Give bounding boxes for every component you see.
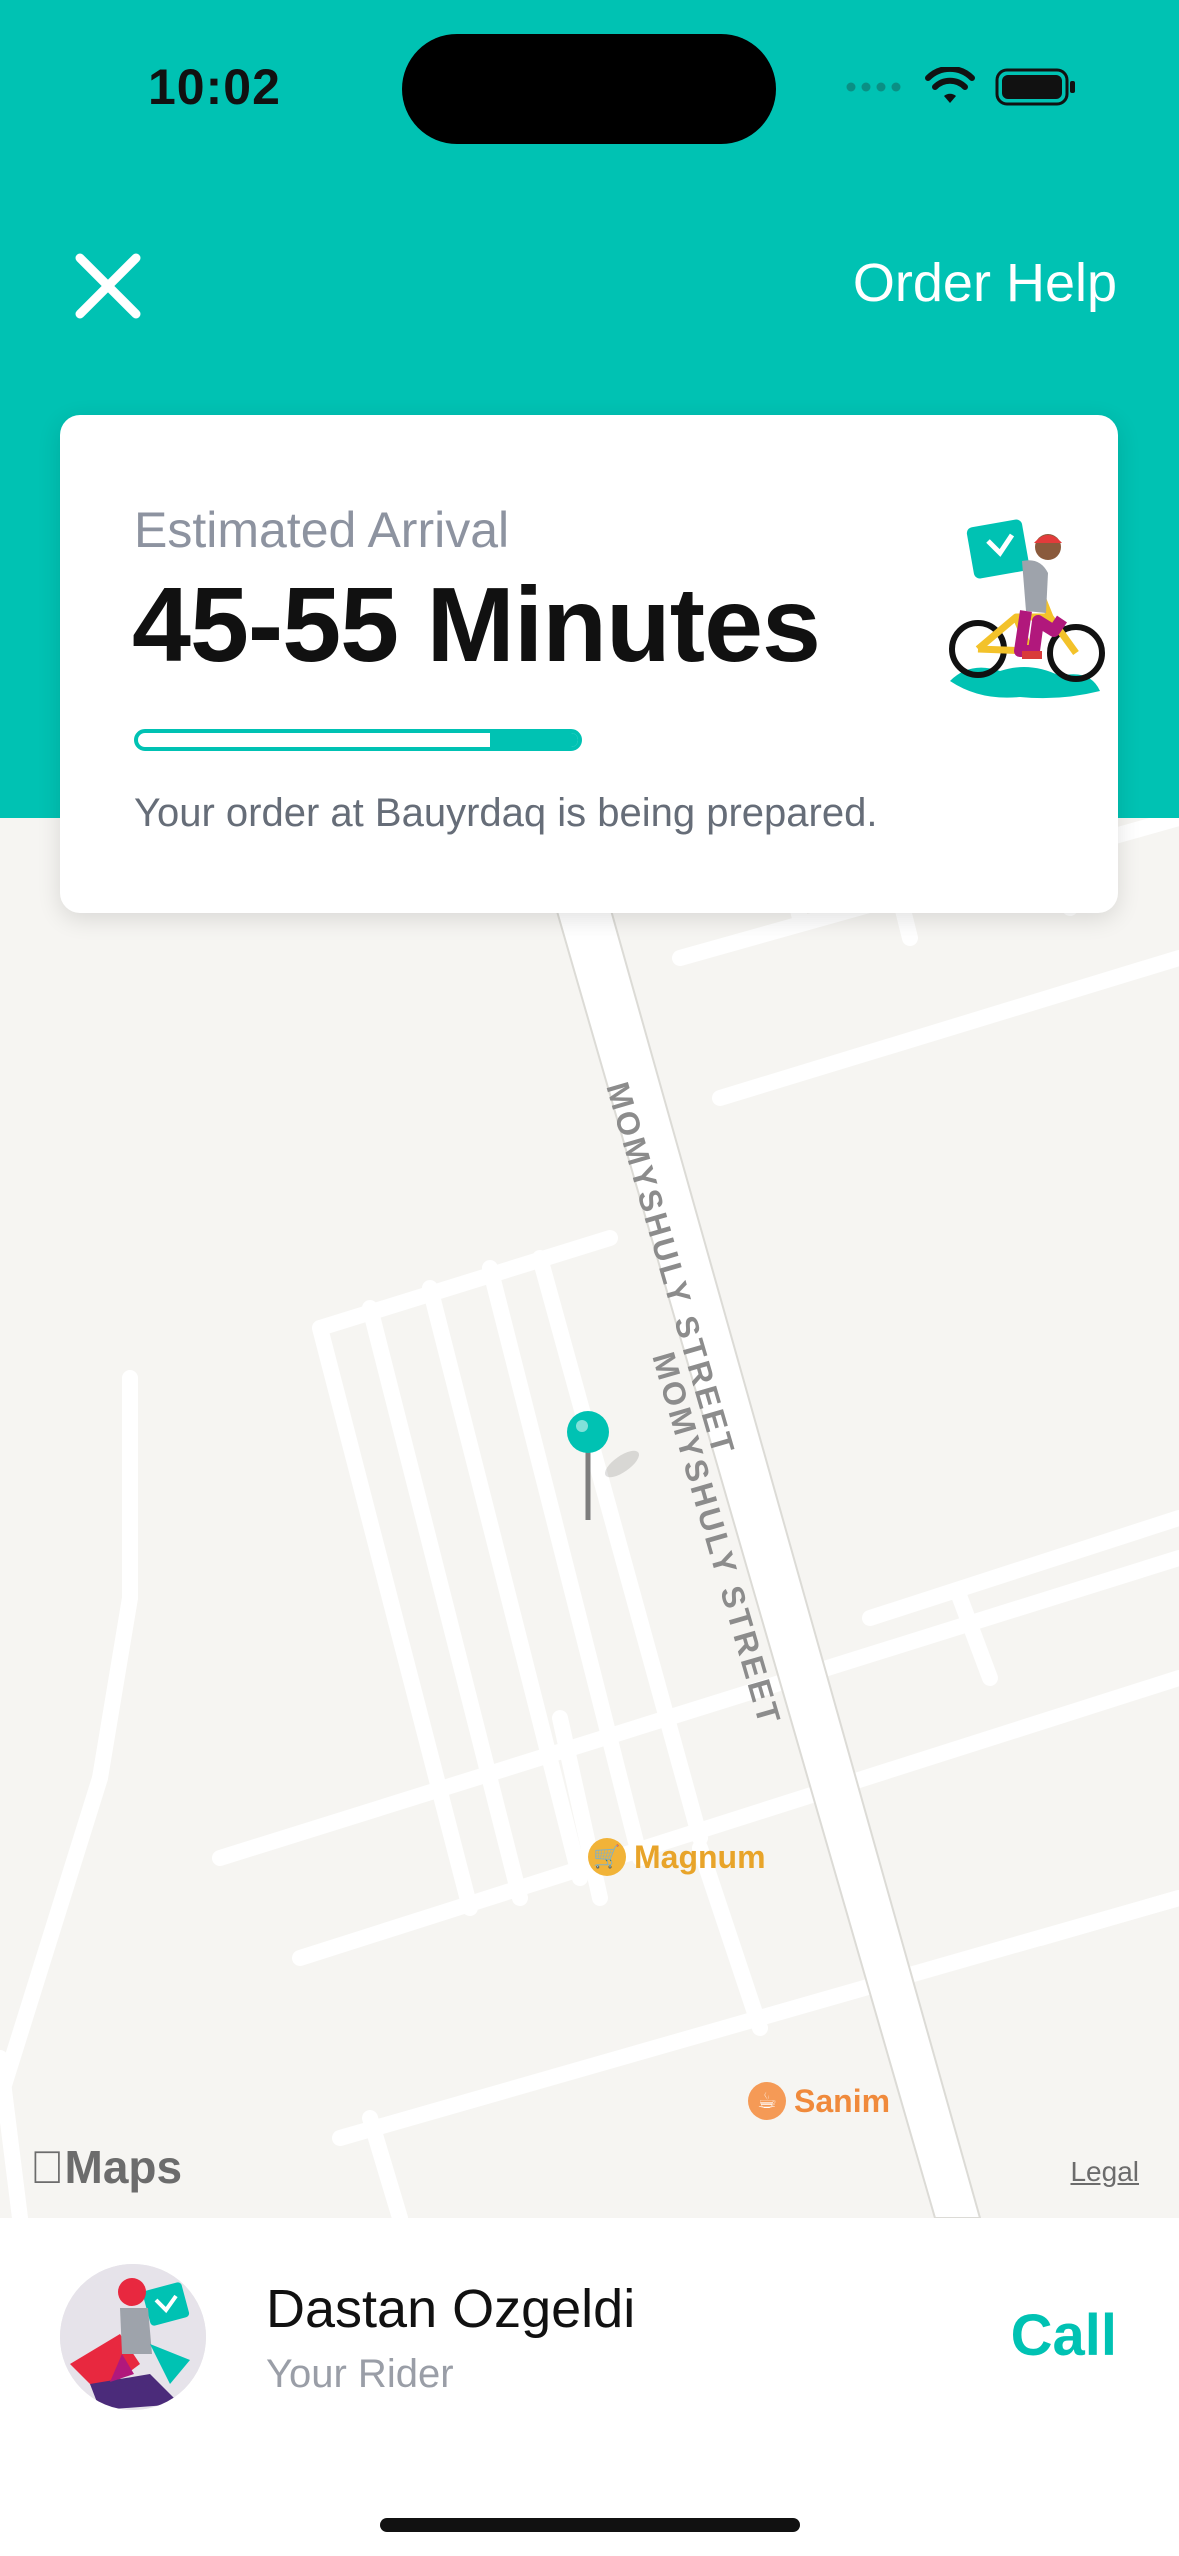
poi-label: Sanim <box>794 2082 891 2119</box>
poi-sanim[interactable]: ☕ Sanim <box>748 2082 890 2120</box>
home-indicator[interactable] <box>380 2518 800 2532</box>
battery-icon <box>995 68 1075 106</box>
cup-icon: ☕ <box>748 2082 786 2120</box>
status-icons <box>845 62 1077 112</box>
avatar <box>60 2264 206 2410</box>
dynamic-island <box>402 34 776 144</box>
location-pin-icon <box>567 1411 640 1520</box>
shopping-cart-icon: 🛒 <box>588 1838 626 1876</box>
order-help-button[interactable]: Order Help <box>853 252 1117 314</box>
rider-role: Your Rider <box>266 2352 454 2396</box>
rider-avatar-icon <box>60 2264 206 2410</box>
rider-name: Dastan Ozgeldi <box>266 2279 636 2339</box>
close-button[interactable] <box>70 248 146 324</box>
eta-progress-bar <box>134 729 582 751</box>
rider-panel: Dastan Ozgeldi Your Rider Call <box>0 2218 1179 2556</box>
poi-label: Magnum <box>634 1838 766 1875</box>
apple-logo-icon:  <box>30 2141 65 2193</box>
eta-card: Estimated Arrival 45-55 Minutes Your ord… <box>60 415 1118 913</box>
poi-magnum[interactable]: 🛒 Magnum <box>588 1838 766 1876</box>
eta-value: 45-55 Minutes <box>132 566 821 684</box>
call-button[interactable]: Call <box>1011 2302 1117 2369</box>
wifi-icon <box>925 67 975 103</box>
bicycle-rider-icon <box>949 519 1105 699</box>
apple-maps-logo: Maps <box>30 2140 182 2194</box>
status-time: 10:02 <box>148 59 281 115</box>
order-status-text: Your order at Bauyrdaq is being prepared… <box>134 791 878 835</box>
maps-label: Maps <box>30 2141 183 2193</box>
legal-link[interactable]: Legal <box>1070 2156 1139 2188</box>
close-icon <box>75 253 141 319</box>
eta-progress-fill <box>490 733 578 747</box>
signal-icon <box>846 82 901 92</box>
map-view[interactable]: MOMYSHULY STREET MOMYSHULY STREET 🛒 Magn… <box>0 818 1179 2218</box>
eta-label: Estimated Arrival <box>134 502 510 558</box>
